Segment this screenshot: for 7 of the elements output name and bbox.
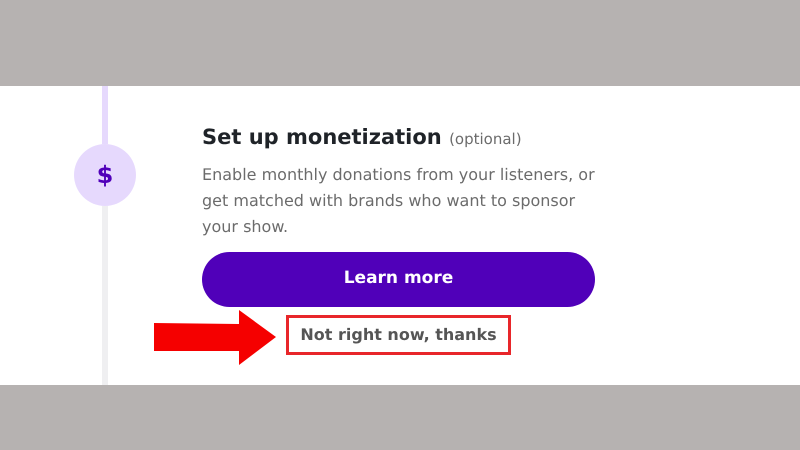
arrow-icon — [154, 310, 276, 364]
learn-more-button[interactable]: Learn more — [202, 252, 595, 306]
optional-note: (optional) — [449, 130, 522, 148]
section-title: Set up monetization — [202, 125, 442, 149]
not-now-link[interactable]: Not right now, thanks — [300, 324, 497, 344]
description: Enable monthly donations from your listeners, or get matched with brands who want to sponsor your show. — [202, 164, 595, 238]
step-icon: $ — [74, 144, 136, 206]
